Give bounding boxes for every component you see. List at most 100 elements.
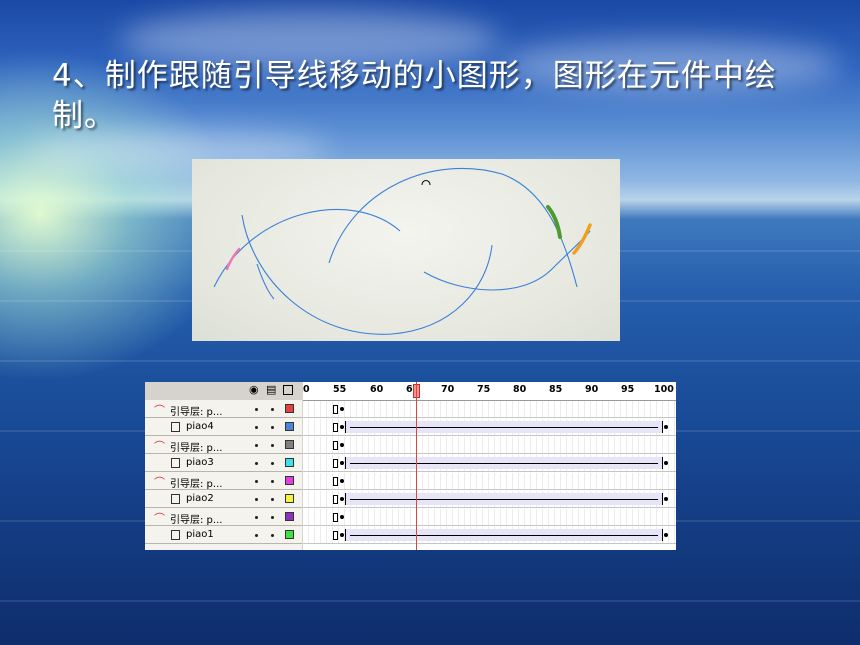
blank-keyframe[interactable]: [333, 423, 338, 432]
lock-toggle[interactable]: [271, 480, 274, 483]
layer-row[interactable]: piao4: [145, 419, 302, 436]
keyframe[interactable]: [340, 425, 344, 429]
blank-keyframe[interactable]: [333, 477, 338, 486]
guide-curve-2: [241, 214, 493, 335]
frame-row[interactable]: [303, 509, 676, 526]
layer-icon: [171, 530, 180, 540]
layer-icon: [171, 422, 180, 432]
blank-keyframe[interactable]: [333, 441, 338, 450]
keyframe[interactable]: [664, 497, 668, 501]
guide-layer-row[interactable]: ⌒ 引导层: p...: [145, 401, 302, 418]
layer-color-swatch[interactable]: [285, 440, 294, 449]
frames-panel[interactable]: 0556065707580859095100: [303, 382, 676, 550]
frame-ruler[interactable]: 0556065707580859095100: [303, 382, 676, 401]
keyframe[interactable]: [664, 425, 668, 429]
visibility-toggle[interactable]: [255, 480, 258, 483]
ruler-label: 0: [303, 384, 310, 395]
layer-color-swatch[interactable]: [285, 458, 294, 467]
blank-keyframe[interactable]: [333, 459, 338, 468]
keyframe[interactable]: [340, 479, 344, 483]
orange-stroke: [572, 223, 592, 255]
layers-header: ◉ ▤: [145, 382, 302, 400]
keyframe[interactable]: [340, 443, 344, 447]
layer-name[interactable]: 引导层: p...: [170, 511, 222, 526]
guide-layer-icon: ⌒: [154, 404, 165, 417]
layer-color-swatch[interactable]: [285, 530, 294, 539]
lock-toggle[interactable]: [271, 462, 274, 465]
lock-icon[interactable]: ▤: [266, 383, 276, 396]
layer-color-swatch[interactable]: [285, 494, 294, 503]
layer-icon: [171, 458, 180, 468]
timeline-panel: ◉ ▤ ⌒ 引导层: p... piao4 ⌒ 引导层: p... piao3 ⌒ 引导层: …: [145, 382, 676, 550]
blank-keyframe[interactable]: [333, 405, 338, 414]
guide-curve-4: [423, 230, 591, 291]
layer-name[interactable]: piao2: [186, 493, 214, 504]
lock-toggle[interactable]: [271, 444, 274, 447]
keyframe[interactable]: [340, 515, 344, 519]
frame-row[interactable]: [303, 419, 676, 436]
keyframe[interactable]: [340, 533, 344, 537]
guide-layer-icon: ⌒: [154, 476, 165, 489]
layer-row[interactable]: piao1: [145, 527, 302, 544]
guide-curves-image: [192, 159, 620, 341]
layer-row[interactable]: piao2: [145, 491, 302, 508]
layer-color-swatch[interactable]: [285, 512, 294, 521]
lock-toggle[interactable]: [271, 426, 274, 429]
ruler-label: 90: [585, 384, 599, 395]
visibility-toggle[interactable]: [255, 498, 258, 501]
frame-row[interactable]: [303, 437, 676, 454]
blank-keyframe[interactable]: [333, 531, 338, 540]
lock-toggle[interactable]: [271, 534, 274, 537]
frame-row[interactable]: [303, 401, 676, 418]
visibility-toggle[interactable]: [255, 444, 258, 447]
frame-row[interactable]: [303, 455, 676, 472]
layer-icon: [171, 494, 180, 504]
keyframe[interactable]: [340, 497, 344, 501]
lock-toggle[interactable]: [271, 408, 274, 411]
lock-toggle[interactable]: [271, 516, 274, 519]
visibility-toggle[interactable]: [255, 534, 258, 537]
layer-color-swatch[interactable]: [285, 476, 294, 485]
layer-color-swatch[interactable]: [285, 422, 294, 431]
layer-name[interactable]: piao1: [186, 529, 214, 540]
layers-panel: ◉ ▤ ⌒ 引导层: p... piao4 ⌒ 引导层: p... piao3 ⌒ 引导层: …: [145, 382, 302, 550]
keyframe[interactable]: [664, 461, 668, 465]
slide-title-line2: 制。: [52, 98, 116, 134]
tween-arrow: [350, 535, 658, 536]
guide-layer-row[interactable]: ⌒ 引导层: p...: [145, 437, 302, 454]
motion-tween[interactable]: [345, 529, 663, 541]
frame-row[interactable]: [303, 527, 676, 544]
motion-tween[interactable]: [345, 493, 663, 505]
eye-icon[interactable]: ◉: [249, 383, 259, 396]
layer-row[interactable]: piao3: [145, 455, 302, 472]
lock-toggle[interactable]: [271, 498, 274, 501]
playhead-line: [416, 382, 418, 550]
layer-color-swatch[interactable]: [285, 404, 294, 413]
keyframe[interactable]: [664, 533, 668, 537]
visibility-toggle[interactable]: [255, 408, 258, 411]
outline-icon[interactable]: [283, 385, 293, 395]
keyframe[interactable]: [340, 461, 344, 465]
visibility-toggle[interactable]: [255, 516, 258, 519]
layer-name[interactable]: 引导层: p...: [170, 439, 222, 454]
layer-name[interactable]: piao4: [186, 421, 214, 432]
guide-layer-row[interactable]: ⌒ 引导层: p...: [145, 509, 302, 526]
blank-keyframe[interactable]: [333, 513, 338, 522]
layer-name[interactable]: piao3: [186, 457, 214, 468]
frame-row[interactable]: [303, 491, 676, 508]
visibility-toggle[interactable]: [255, 462, 258, 465]
ruler-label: 85: [549, 384, 563, 395]
ruler-label: 100: [654, 384, 674, 395]
keyframe[interactable]: [340, 407, 344, 411]
motion-tween[interactable]: [345, 421, 663, 433]
blank-keyframe[interactable]: [333, 495, 338, 504]
visibility-toggle[interactable]: [255, 426, 258, 429]
frame-row[interactable]: [303, 473, 676, 490]
ruler-label: 70: [441, 384, 455, 395]
layer-name[interactable]: 引导层: p...: [170, 403, 222, 418]
layer-name[interactable]: 引导层: p...: [170, 475, 222, 490]
guide-layer-row[interactable]: ⌒ 引导层: p...: [145, 473, 302, 490]
motion-tween[interactable]: [345, 457, 663, 469]
ruler-label: 60: [370, 384, 384, 395]
ruler-label: 75: [477, 384, 491, 395]
